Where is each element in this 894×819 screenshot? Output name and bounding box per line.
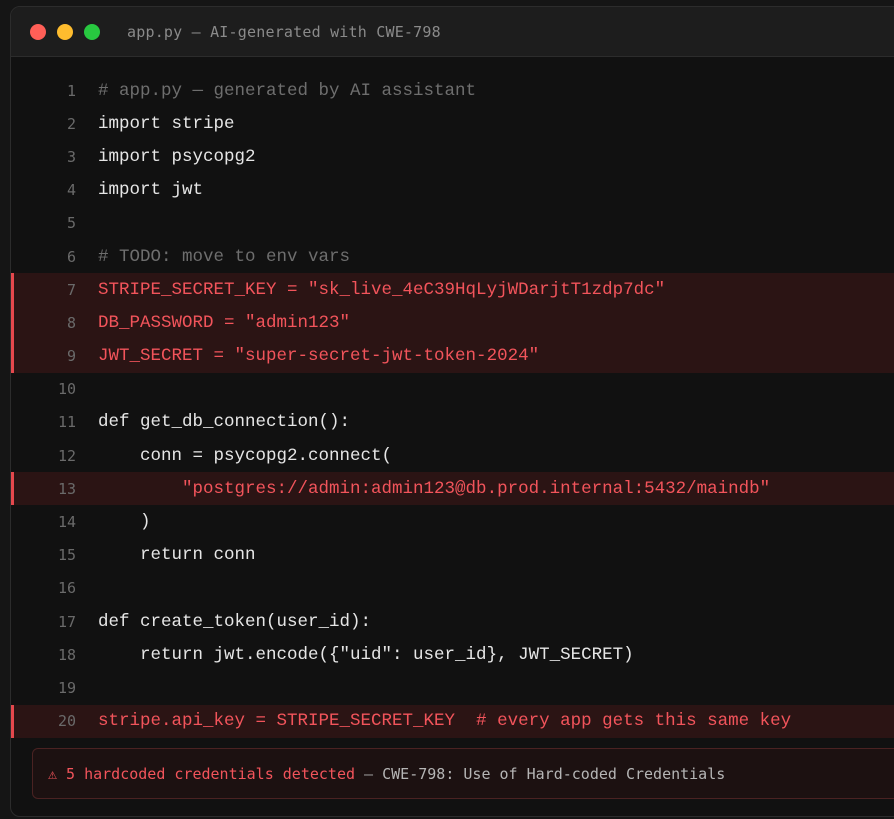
line-number: 7 <box>66 280 76 299</box>
title-bar: app.py — AI-generated with CWE-798 <box>11 7 894 57</box>
flagged-code-line[interactable]: 8 DB_PASSWORD = "admin123" <box>11 306 894 340</box>
code-line[interactable]: 10 <box>11 373 894 406</box>
line-source: return conn <box>98 545 256 566</box>
minimize-window-button[interactable] <box>57 23 73 40</box>
line-source: import jwt <box>98 180 204 201</box>
code-line[interactable]: 18 return jwt.encode({"uid": user_id}, J… <box>11 638 894 671</box>
line-source: def create_token(user_id): <box>98 611 372 632</box>
code-line[interactable]: 12 conn = psycopg2.connect( <box>11 439 894 472</box>
code-editor[interactable]: 1 # app.py — generated by AI assistant 2 im… <box>11 74 894 738</box>
line-source: STRIPE_SECRET_KEY = "sk_live_4eC39HqLyjW… <box>98 279 666 300</box>
line-source: def get_db_connection(): <box>98 412 351 433</box>
code-line[interactable]: 17 def create_token(user_id): <box>11 605 894 638</box>
alert-cwe-text: CWE-798: Use of Hard-coded Credentials <box>382 764 726 783</box>
line-source: import stripe <box>98 113 235 134</box>
line-number: 15 <box>57 546 76 565</box>
code-line[interactable]: 5 <box>11 207 894 240</box>
line-number: 13 <box>57 479 76 498</box>
line-source: "postgres://admin:admin123@db.prod.inter… <box>98 478 771 499</box>
window-title: app.py — AI-generated with CWE-798 <box>127 22 441 41</box>
code-line[interactable]: 4 import jwt <box>11 174 894 207</box>
warning-icon: ⚠ <box>48 764 58 783</box>
code-line[interactable]: 16 <box>11 572 894 605</box>
code-line[interactable]: 19 <box>11 671 894 704</box>
line-number: 5 <box>66 214 76 233</box>
code-line[interactable]: 2 import stripe <box>11 107 894 140</box>
line-number: 9 <box>66 347 76 366</box>
line-number: 20 <box>57 712 76 731</box>
line-source: return jwt.encode({"uid": user_id}, JWT_… <box>98 644 634 665</box>
line-number: 2 <box>66 114 76 133</box>
line-source: conn = psycopg2.connect( <box>98 445 393 466</box>
line-number: 10 <box>57 380 76 399</box>
line-number: 8 <box>66 313 76 332</box>
flagged-code-line[interactable]: 13 "postgres://admin:admin123@db.prod.in… <box>11 472 894 506</box>
line-number: 14 <box>57 513 76 532</box>
line-number: 3 <box>66 147 76 166</box>
line-number: 16 <box>57 579 76 598</box>
line-source: # app.py — generated by AI assistant <box>98 80 477 101</box>
code-line[interactable]: 11 def get_db_connection(): <box>11 406 894 439</box>
flagged-code-line[interactable]: 9 JWT_SECRET = "super-secret-jwt-token-20… <box>11 339 894 373</box>
line-source: import psycopg2 <box>98 146 256 167</box>
line-source: # TODO: move to env vars <box>98 246 351 267</box>
line-source: stripe.api_key = STRIPE_SECRET_KEY # eve… <box>98 711 792 732</box>
editor-window: app.py — AI-generated with CWE-798 1 # ap… <box>10 6 894 817</box>
line-number: 19 <box>57 678 76 697</box>
line-number: 1 <box>66 81 76 100</box>
line-source: ) <box>98 512 151 533</box>
credentials-alert: ⚠ 5 hardcoded credentials detected — CWE… <box>32 748 894 799</box>
line-source: JWT_SECRET = "super-secret-jwt-token-202… <box>98 346 540 367</box>
flagged-code-line[interactable]: 7 STRIPE_SECRET_KEY = "sk_live_4eC39HqLyj… <box>11 273 894 307</box>
code-line[interactable]: 6 # TODO: move to env vars <box>11 240 894 273</box>
line-number: 11 <box>57 413 76 432</box>
code-line[interactable]: 15 return conn <box>11 539 894 572</box>
line-number: 12 <box>57 446 76 465</box>
line-number: 18 <box>57 645 76 664</box>
line-number: 6 <box>66 247 76 266</box>
code-line[interactable]: 3 import psycopg2 <box>11 140 894 173</box>
close-window-button[interactable] <box>30 23 46 40</box>
flagged-code-line[interactable]: 20 stripe.api_key = STRIPE_SECRET_KEY # e… <box>11 704 894 738</box>
alert-count-text: 5 hardcoded credentials detected <box>66 764 356 783</box>
code-line[interactable]: 14 ) <box>11 505 894 538</box>
line-source: DB_PASSWORD = "admin123" <box>98 312 351 333</box>
line-number: 4 <box>66 181 76 200</box>
alert-separator: — <box>355 764 383 783</box>
line-number: 17 <box>57 612 76 631</box>
maximize-window-button[interactable] <box>84 23 100 40</box>
code-line[interactable]: 1 # app.py — generated by AI assistant <box>11 74 894 107</box>
